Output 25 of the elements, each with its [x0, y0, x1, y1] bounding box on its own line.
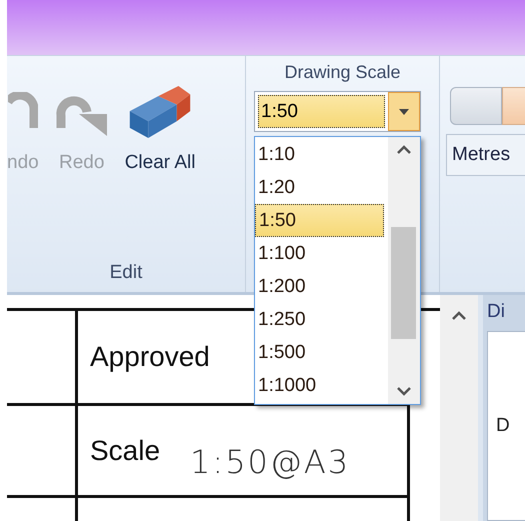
scroll-up-icon[interactable] [397, 145, 411, 154]
dropdown-option[interactable]: 1:100 [255, 237, 388, 270]
dropdown-option[interactable]: 1:20 [255, 171, 388, 204]
dropdown-option[interactable]: 1:250 [255, 303, 388, 336]
clear-all-button[interactable]: Clear All [124, 84, 196, 174]
group-label: Edit [110, 262, 142, 284]
scale-dropdown[interactable]: 1:50 [254, 91, 421, 132]
dropdown-option[interactable]: 1:200 [255, 270, 388, 303]
panel-title: Di [487, 301, 506, 323]
caret-icon [399, 108, 409, 114]
dropdown-option[interactable]: 1:1000 [255, 369, 388, 402]
scrollbar[interactable] [388, 137, 420, 404]
dropdown-button[interactable] [388, 92, 420, 131]
vertical-scrollbar[interactable] [440, 295, 478, 521]
units-field[interactable]: Metres [446, 134, 525, 176]
dropdown-option[interactable]: 1:10 [255, 138, 388, 171]
scroll-up-icon[interactable] [452, 311, 466, 320]
segmented-toggle[interactable] [450, 87, 525, 125]
table-cell: Scale 1:50@A3 [78, 406, 410, 498]
dropdown-option[interactable]: 1:50 [255, 204, 384, 237]
panel-tab[interactable]: D [487, 331, 525, 521]
eraser-icon [128, 86, 192, 138]
group-label: Drawing Scale [284, 62, 401, 83]
scroll-down-icon[interactable] [397, 387, 411, 396]
dropdown-option[interactable]: 1:500 [255, 336, 388, 369]
